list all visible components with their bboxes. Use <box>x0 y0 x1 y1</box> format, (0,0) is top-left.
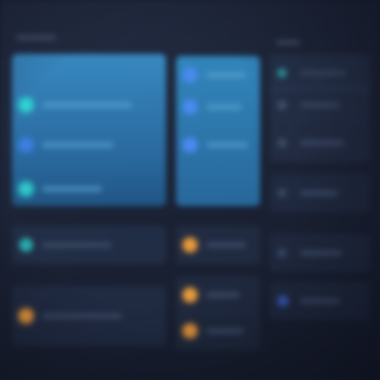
orange-status-dot-icon <box>19 309 33 323</box>
list-item-text-placeholder <box>300 102 340 108</box>
list-item-text-placeholder <box>300 190 338 196</box>
list-item[interactable] <box>12 126 166 164</box>
gray-status-dot-icon <box>277 188 287 198</box>
list-item[interactable] <box>176 276 260 314</box>
blurred-dashboard <box>0 0 380 380</box>
list-item-text-placeholder <box>42 102 132 108</box>
teal-status-dot-icon <box>19 182 33 196</box>
orange-status-dot-icon <box>183 288 197 302</box>
list-item-text-placeholder <box>300 140 344 146</box>
middle-list-panel <box>176 56 260 356</box>
list-item-text-placeholder <box>42 313 122 319</box>
right-list-panel <box>270 54 370 354</box>
list-item[interactable] <box>270 124 370 162</box>
list-item-text-placeholder <box>206 292 240 298</box>
list-item-text-placeholder <box>42 142 114 148</box>
blue-status-dot-icon <box>19 138 33 152</box>
list-item[interactable] <box>176 126 260 164</box>
left-list-panel <box>12 54 166 354</box>
list-item-text-placeholder <box>206 142 248 148</box>
list-item-text-placeholder <box>206 328 244 334</box>
list-item-text-placeholder <box>206 104 242 110</box>
gray-status-dot-icon <box>277 100 287 110</box>
left-column-header <box>16 35 56 40</box>
right-column-header <box>276 40 300 45</box>
blue-status-dot-icon <box>183 68 197 82</box>
teal-status-dot-icon <box>277 68 287 78</box>
orange-status-dot-icon <box>183 324 197 338</box>
list-item[interactable] <box>12 226 166 264</box>
list-item[interactable] <box>270 282 370 320</box>
list-item-text-placeholder <box>300 250 342 256</box>
list-item-text-placeholder <box>206 72 246 78</box>
list-item[interactable] <box>12 286 166 346</box>
list-item[interactable] <box>12 86 166 124</box>
blue-status-dot-icon <box>183 100 197 114</box>
list-item[interactable] <box>176 312 260 350</box>
teal-status-dot-icon <box>19 238 33 252</box>
list-item-text-placeholder <box>300 70 346 76</box>
list-item-text-placeholder <box>42 186 102 192</box>
list-item[interactable] <box>270 234 370 272</box>
orange-status-dot-icon <box>183 238 197 252</box>
list-item[interactable] <box>176 88 260 126</box>
list-item[interactable] <box>270 86 370 124</box>
blue-status-dot-icon <box>277 295 289 307</box>
list-item-text-placeholder <box>300 298 340 304</box>
list-item-text-placeholder <box>42 242 112 248</box>
list-item[interactable] <box>270 174 370 212</box>
list-item[interactable] <box>176 226 260 264</box>
list-item-text-placeholder <box>206 242 246 248</box>
list-item[interactable] <box>12 170 166 208</box>
blue-status-dot-icon <box>183 138 197 152</box>
gray-status-dot-icon <box>277 138 287 148</box>
teal-status-dot-icon <box>19 98 33 112</box>
gray-status-dot-icon <box>277 248 287 258</box>
